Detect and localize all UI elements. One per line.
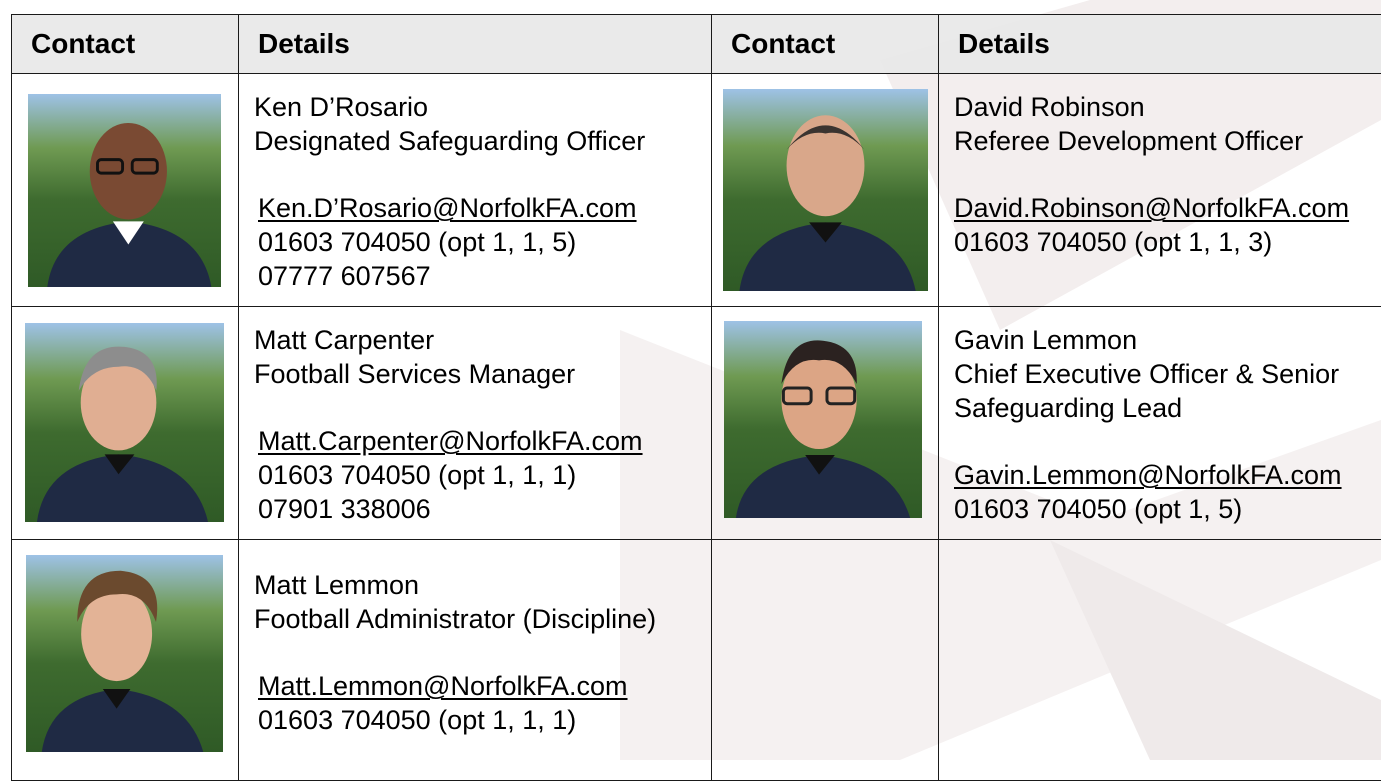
header-contact-2: Contact — [712, 15, 939, 74]
photo-gavin-lemmon — [724, 321, 922, 518]
contact-email-link[interactable]: David.Robinson@NorfolkFA.com — [954, 191, 1381, 225]
contact-email-link[interactable]: Matt.Carpenter@NorfolkFA.com — [254, 424, 711, 458]
photo-david-robinson — [723, 89, 928, 291]
contact-details-cell: Matt Lemmon Football Administrator (Disc… — [239, 540, 712, 781]
contact-phone: 01603 704050 (opt 1, 5) — [954, 492, 1381, 526]
contact-role-continued: Safeguarding Lead — [954, 391, 1381, 425]
table-row: Matt Carpenter Football Services Manager… — [12, 307, 1381, 540]
contact-name: Matt Lemmon — [254, 568, 711, 602]
contact-role: Chief Executive Officer & Senior — [954, 357, 1381, 391]
contact-role: Referee Development Officer — [954, 124, 1381, 158]
contact-email-link[interactable]: Matt.Lemmon@NorfolkFA.com — [254, 669, 711, 703]
contact-role: Designated Safeguarding Officer — [254, 124, 711, 158]
contact-mobile: 07777 607567 — [254, 259, 711, 293]
contact-role: Football Administrator (Discipline) — [254, 602, 711, 636]
contact-name: David Robinson — [954, 90, 1381, 124]
contact-phone: 01603 704050 (opt 1, 1, 3) — [954, 225, 1381, 259]
contact-details-cell: Gavin Lemmon Chief Executive Officer & S… — [939, 307, 1381, 540]
photo-ken-drosario — [28, 94, 221, 287]
photo-matt-lemmon — [26, 555, 223, 752]
empty-cell — [939, 540, 1381, 781]
contact-photo-cell — [712, 307, 939, 540]
contact-details-cell: Ken D’Rosario Designated Safeguarding Of… — [239, 74, 712, 307]
header-details-1: Details — [239, 15, 712, 74]
contact-photo-cell — [12, 307, 239, 540]
contact-phone: 01603 704050 (opt 1, 1, 1) — [254, 703, 711, 737]
header-row: Contact Details Contact Details — [12, 15, 1381, 74]
photo-matt-carpenter — [25, 323, 224, 522]
contact-name: Ken D’Rosario — [254, 90, 711, 124]
contact-name: Gavin Lemmon — [954, 323, 1381, 357]
contact-name: Matt Carpenter — [254, 323, 711, 357]
empty-cell — [712, 540, 939, 781]
contact-phone: 01603 704050 (opt 1, 1, 5) — [254, 225, 711, 259]
contact-photo-cell — [712, 74, 939, 307]
contacts-table: Contact Details Contact Details Ken D’Ro… — [11, 14, 1381, 781]
contact-role: Football Services Manager — [254, 357, 711, 391]
header-contact-1: Contact — [12, 15, 239, 74]
contact-phone: 01603 704050 (opt 1, 1, 1) — [254, 458, 711, 492]
contact-email-link[interactable]: Ken.D’Rosario@NorfolkFA.com — [254, 191, 711, 225]
table-row: Ken D’Rosario Designated Safeguarding Of… — [12, 74, 1381, 307]
contact-details-cell: David Robinson Referee Development Offic… — [939, 74, 1381, 307]
contact-mobile: 07901 338006 — [254, 492, 711, 526]
contact-photo-cell — [12, 74, 239, 307]
contact-photo-cell — [12, 540, 239, 781]
table-row: Matt Lemmon Football Administrator (Disc… — [12, 540, 1381, 781]
contact-details-cell: Matt Carpenter Football Services Manager… — [239, 307, 712, 540]
header-details-2: Details — [939, 15, 1381, 74]
contact-email-link[interactable]: Gavin.Lemmon@NorfolkFA.com — [954, 458, 1381, 492]
